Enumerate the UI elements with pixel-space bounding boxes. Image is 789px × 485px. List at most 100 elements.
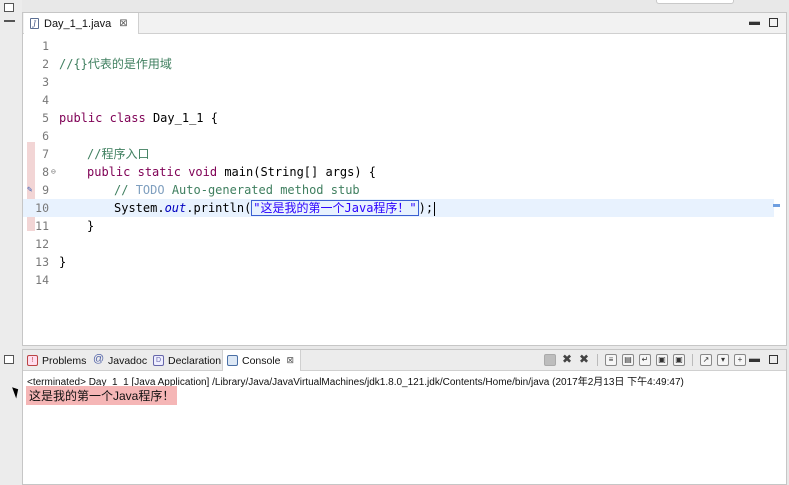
code-line-6: 6 bbox=[23, 127, 774, 145]
show-on-stdout-icon[interactable]: ▣ bbox=[656, 354, 668, 366]
java-file-icon: J bbox=[30, 18, 39, 29]
code-line-7: 7 //程序入口 bbox=[23, 145, 774, 163]
code-line-13: 13 } bbox=[23, 253, 774, 271]
code-comment: //{}代表的是作用域 bbox=[59, 57, 172, 71]
code-line-14: 14 bbox=[23, 271, 774, 289]
editor-pane: J Day_1_1.java ⊠ ▬ 1 2 //{}代表的是作用域 3 4 5… bbox=[22, 12, 787, 346]
open-console-icon[interactable]: + bbox=[734, 354, 746, 366]
console-minimize-icon[interactable]: ▬ bbox=[749, 354, 760, 365]
overview-ruler-marker[interactable] bbox=[773, 204, 780, 207]
code-comment: //程序入口 bbox=[87, 147, 150, 161]
tab-declaration-label: Declaration bbox=[168, 354, 222, 367]
display-console-icon[interactable]: ▾ bbox=[717, 354, 729, 366]
code-fragment: ); bbox=[418, 201, 434, 215]
keyword: public bbox=[87, 165, 131, 179]
line-number: 2 bbox=[42, 57, 49, 71]
code-fragment: System. bbox=[114, 201, 165, 215]
code-fragment: main(String[] args) { bbox=[217, 165, 377, 179]
line-number: 4 bbox=[42, 93, 49, 107]
console-output[interactable]: 这是我的第一个Java程序！ bbox=[26, 386, 178, 405]
comment-prefix: // bbox=[114, 183, 136, 197]
close-tab-icon[interactable]: ⊠ bbox=[119, 18, 127, 29]
left-trim-strip bbox=[0, 0, 22, 485]
code-line-1: 1 bbox=[23, 37, 774, 55]
code-text: public class Day_1_1 { bbox=[59, 109, 218, 127]
code-line-10: 10 System.out.println("这是我的第一个Java程序！"); bbox=[23, 199, 774, 217]
toolbar-separator bbox=[692, 354, 693, 366]
tab-problems[interactable]: ! Problems bbox=[27, 350, 86, 371]
console-toolbar: ✖ ✖ ≡ ▤ ↵ ▣ ▣ ↗ ▾ + bbox=[544, 353, 746, 366]
console-icon bbox=[227, 355, 238, 366]
tab-declaration[interactable]: D Declaration bbox=[153, 350, 221, 371]
code-text: } bbox=[59, 255, 67, 269]
javadoc-icon: @ bbox=[93, 353, 105, 365]
line-number: 6 bbox=[42, 129, 49, 143]
editor-tab-label: Day_1_1.java bbox=[44, 17, 112, 30]
tab-console-label: Console bbox=[242, 354, 281, 367]
code-fragment: .println( bbox=[186, 201, 252, 215]
text-caret bbox=[434, 201, 436, 216]
code-text: } bbox=[87, 219, 95, 233]
code-line-9: ✎ 9 // TODO Auto-generated method stub bbox=[23, 181, 774, 199]
clear-console-icon[interactable]: ≡ bbox=[605, 354, 617, 366]
word-wrap-icon[interactable]: ↵ bbox=[639, 354, 651, 366]
line-number: 8 bbox=[42, 165, 49, 179]
scroll-lock-icon[interactable]: ▤ bbox=[622, 354, 634, 366]
code-fragment: Day_1_1 { bbox=[145, 111, 218, 125]
editor-tabbar: J Day_1_1.java ⊠ ▬ bbox=[23, 13, 786, 34]
show-on-stderr-icon[interactable]: ▣ bbox=[673, 354, 685, 366]
minimize-view-icon[interactable] bbox=[4, 20, 15, 22]
restore-view-icon-lower[interactable] bbox=[4, 355, 14, 364]
line-number: 9 bbox=[42, 183, 49, 197]
tab-javadoc[interactable]: @ Javadoc bbox=[93, 350, 147, 371]
restore-view-icon[interactable] bbox=[4, 3, 14, 12]
line-number: 10 bbox=[35, 201, 49, 215]
todo-tag: TODO bbox=[135, 183, 165, 197]
problems-icon: ! bbox=[27, 355, 38, 366]
keyword: static bbox=[137, 165, 181, 179]
line-number: 13 bbox=[35, 255, 49, 269]
line-number: 11 bbox=[35, 219, 49, 233]
line-number: 3 bbox=[42, 75, 49, 89]
tab-console[interactable]: Console ⊠ bbox=[222, 350, 302, 371]
console-tabbar: ! Problems @ Javadoc D Declaration Conso… bbox=[23, 350, 786, 371]
code-line-2: 2 //{}代表的是作用域 bbox=[23, 55, 774, 73]
remove-launch-icon[interactable]: ✖ bbox=[561, 353, 573, 366]
code-line-4: 4 bbox=[23, 91, 774, 109]
code-line-11: 11 } bbox=[23, 217, 774, 235]
keyword: public bbox=[59, 111, 103, 125]
comment-rest: Auto-generated method stub bbox=[164, 183, 360, 197]
declaration-icon: D bbox=[153, 355, 164, 366]
console-pane: ! Problems @ Javadoc D Declaration Conso… bbox=[22, 349, 787, 485]
code-line-8: 8 ⊖ public static void main(String[] arg… bbox=[23, 163, 774, 181]
keyword: class bbox=[109, 111, 146, 125]
remove-all-terminated-icon[interactable]: ✖ bbox=[578, 353, 590, 366]
line-number: 5 bbox=[42, 111, 49, 125]
code-comment: // TODO Auto-generated method stub bbox=[114, 181, 360, 199]
line-number: 1 bbox=[42, 39, 49, 53]
tab-problems-label: Problems bbox=[42, 354, 87, 367]
line-number: 14 bbox=[35, 273, 49, 287]
code-text: public static void main(String[] args) { bbox=[87, 163, 376, 181]
code-editor[interactable]: 1 2 //{}代表的是作用域 3 4 5 public class Day_1… bbox=[23, 35, 786, 345]
minimize-icon[interactable]: ▬ bbox=[749, 17, 760, 28]
code-line-5: 5 public class Day_1_1 { bbox=[23, 109, 774, 127]
editor-tab[interactable]: J Day_1_1.java ⊠ bbox=[24, 13, 139, 34]
line-number: 12 bbox=[35, 237, 49, 251]
static-field: out bbox=[164, 201, 187, 215]
maximize-icon[interactable] bbox=[769, 18, 778, 27]
code-text: System.out.println("这是我的第一个Java程序！"); bbox=[114, 199, 436, 217]
quick-access-field[interactable] bbox=[656, 0, 734, 4]
close-console-tab-icon[interactable]: ⊠ bbox=[287, 355, 295, 366]
console-maximize-icon[interactable] bbox=[769, 355, 778, 364]
toolbar-separator bbox=[597, 354, 598, 366]
fold-collapse-icon[interactable]: ⊖ bbox=[51, 163, 56, 181]
pin-console-icon[interactable]: ↗ bbox=[700, 354, 712, 366]
code-line-3: 3 bbox=[23, 73, 774, 91]
tab-javadoc-label: Javadoc bbox=[108, 354, 148, 367]
string-literal: "这是我的第一个Java程序！" bbox=[251, 200, 419, 216]
code-line-12: 12 bbox=[23, 235, 774, 253]
terminate-icon[interactable] bbox=[544, 354, 556, 366]
keyword: void bbox=[188, 165, 218, 179]
line-number: 7 bbox=[42, 147, 49, 161]
